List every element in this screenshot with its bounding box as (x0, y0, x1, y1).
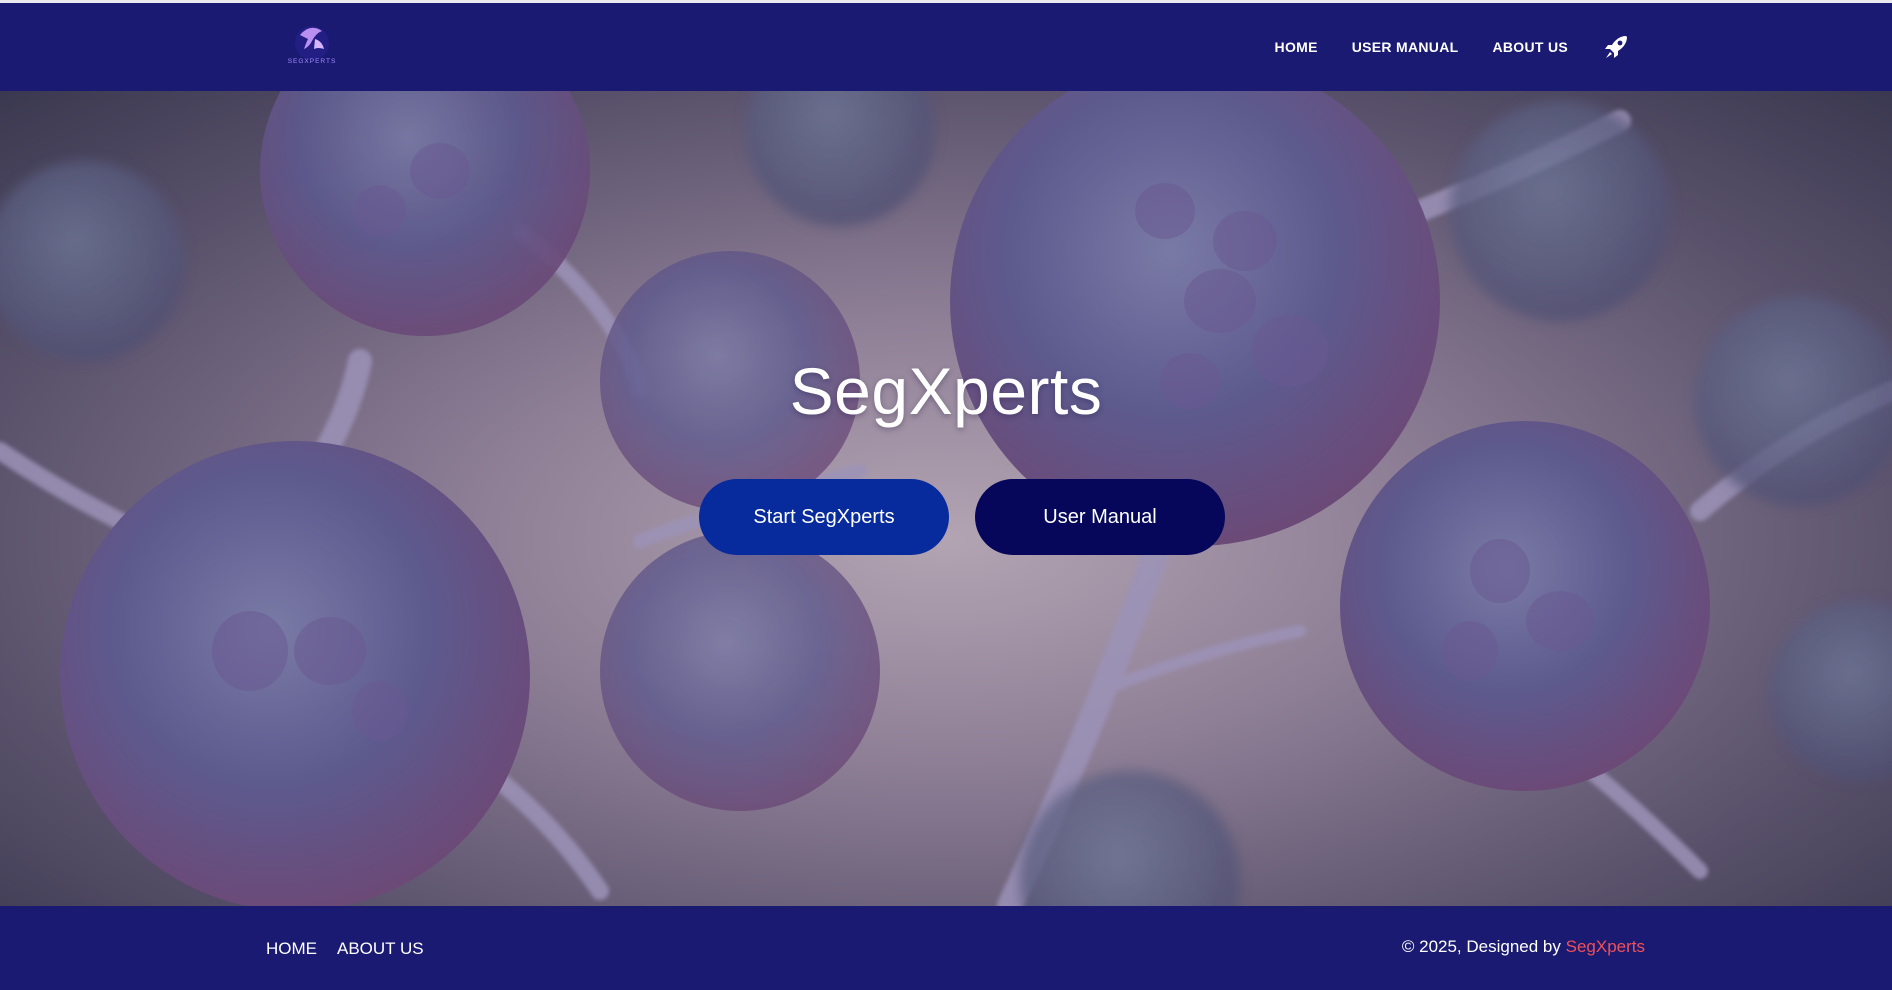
nav-user-manual[interactable]: USER MANUAL (1352, 39, 1459, 55)
start-segxperts-button[interactable]: Start SegXperts (699, 479, 949, 555)
logo-wordmark: SEGXPERTS (288, 58, 337, 65)
site-header: SEGXPERTS HOME USER MANUAL ABOUT US (0, 3, 1892, 91)
footer-nav: HOME ABOUT US (266, 939, 424, 959)
hero-section: SegXperts Start SegXperts User Manual (0, 91, 1892, 906)
footer-link-home[interactable]: HOME (266, 939, 317, 959)
hero-title: SegXperts (789, 354, 1103, 428)
user-manual-button[interactable]: User Manual (975, 479, 1225, 555)
cell-background-image (0, 91, 1892, 906)
copyright-text: © 2025, Designed by SegXperts (1402, 937, 1645, 957)
footer-link-about-us[interactable]: ABOUT US (337, 939, 424, 959)
copyright-brand-link[interactable]: SegXperts (1566, 937, 1645, 956)
segxperts-logo[interactable]: SEGXPERTS (282, 19, 342, 75)
nav-home[interactable]: HOME (1275, 39, 1318, 55)
rocket-icon[interactable] (1602, 32, 1632, 62)
main-nav: HOME USER MANUAL ABOUT US (1275, 3, 1632, 91)
copyright-prefix: © 2025, Designed by (1401, 937, 1566, 956)
nav-about-us[interactable]: ABOUT US (1492, 39, 1568, 55)
site-footer: HOME ABOUT US © 2025, Designed by SegXpe… (0, 906, 1892, 990)
